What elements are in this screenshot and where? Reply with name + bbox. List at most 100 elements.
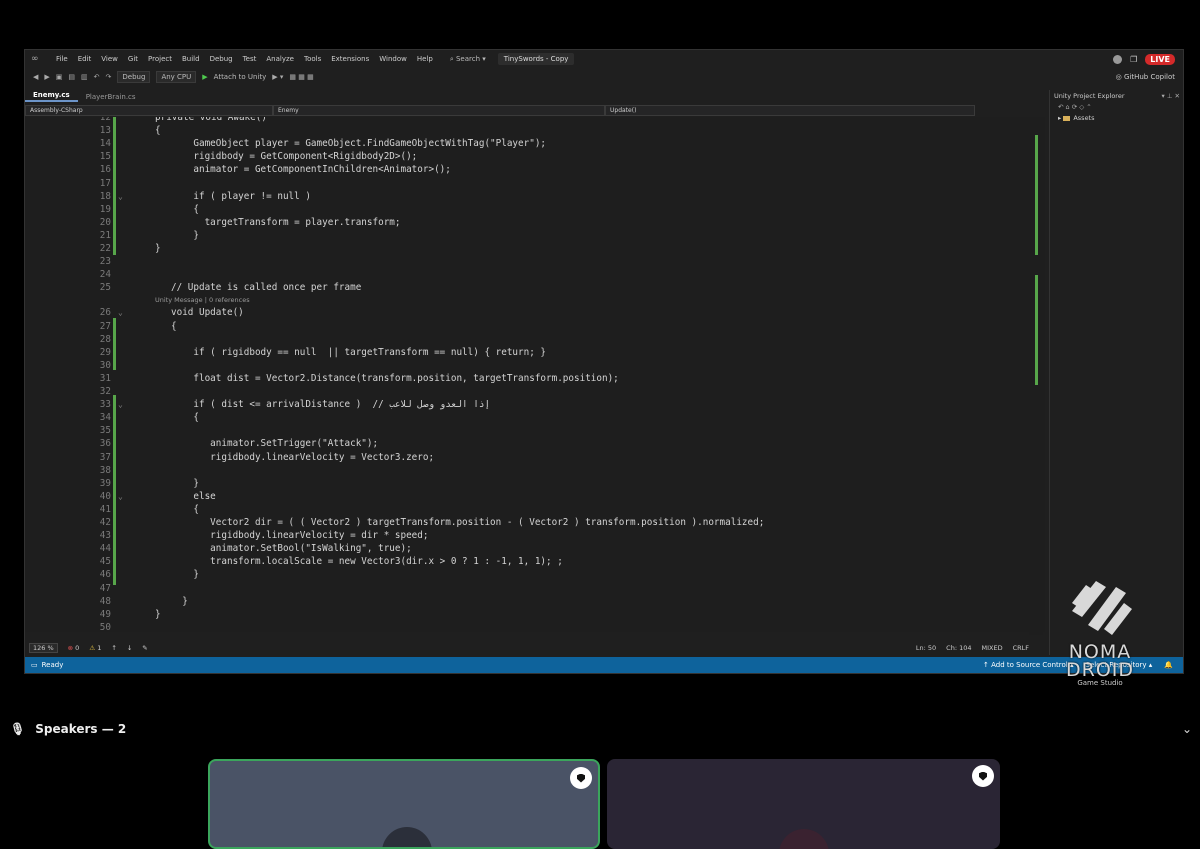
code-line[interactable]: 32 <box>25 385 1045 398</box>
code-line[interactable]: 46 } <box>25 568 1045 581</box>
menu-window[interactable]: Window <box>374 55 412 63</box>
code-line[interactable]: 41 { <box>25 503 1045 516</box>
code-line[interactable]: 48 } <box>25 595 1045 608</box>
code-line[interactable]: 21 } <box>25 229 1045 242</box>
code-line[interactable]: 33 ⌄ if ( dist <= arrivalDistance ) // إذ… <box>25 398 1045 411</box>
code-line[interactable]: 22} <box>25 242 1045 255</box>
menu-build[interactable]: Build <box>177 55 205 63</box>
speakers-header[interactable]: 🎙 Speakers — 2 <box>10 722 126 736</box>
speaker-card[interactable] <box>607 759 1000 849</box>
code-line[interactable]: 44 animator.SetBool("IsWalking", true); <box>25 542 1045 555</box>
code-line[interactable]: 37 rigidbody.linearVelocity = Vector3.ze… <box>25 451 1045 464</box>
menu-help[interactable]: Help <box>412 55 438 63</box>
code-line[interactable]: 18 ⌄ if ( player != null ) <box>25 190 1045 203</box>
fold-toggle-icon[interactable]: ⌄ <box>118 190 123 203</box>
restore-icon[interactable]: ❐ <box>1130 55 1137 64</box>
attach-button[interactable]: Attach to Unity <box>214 73 267 81</box>
menu-test[interactable]: Test <box>238 55 262 63</box>
editor-scrollbar[interactable] <box>1029 125 1043 635</box>
code-line[interactable]: 34 { <box>25 411 1045 424</box>
search-box[interactable]: ⌕ Search ▾ <box>444 54 492 65</box>
code-line[interactable]: 30 <box>25 359 1045 372</box>
whitespace-mode[interactable]: MIXED <box>981 644 1002 652</box>
code-line[interactable]: 23 <box>25 255 1045 268</box>
code-line[interactable]: 20 targetTransform = player.transform; <box>25 216 1045 229</box>
line-ending[interactable]: CRLF <box>1013 644 1029 652</box>
chevron-down-icon[interactable]: ⌄ <box>1182 722 1192 736</box>
code-line[interactable]: 50 <box>25 621 1045 632</box>
editor-status: 126 % ⊗ 0 ⚠ 1 ↑ ↓ ✎ Ln: 50 Ch: 104 MIXED… <box>25 642 1045 653</box>
class-dropdown[interactable]: Enemy <box>273 105 605 116</box>
code-line[interactable]: 43 rigidbody.linearVelocity = dir * spee… <box>25 529 1045 542</box>
platform-dropdown[interactable]: Any CPU <box>156 71 197 83</box>
menu-project[interactable]: Project <box>143 55 177 63</box>
account-avatar[interactable] <box>1113 54 1123 64</box>
code-line[interactable]: 42 Vector2 dir = ( ( Vector2 ) targetTra… <box>25 516 1045 529</box>
redo-icon[interactable]: ↷ <box>106 73 112 81</box>
code-line[interactable]: 27 { <box>25 320 1045 333</box>
add-source-control[interactable]: ↑ Add to Source Control ▴ <box>983 661 1073 669</box>
code-line[interactable]: 38 <box>25 464 1045 477</box>
code-line[interactable]: 45 transform.localScale = new Vector3(di… <box>25 555 1045 568</box>
menu-git[interactable]: Git <box>123 55 143 63</box>
code-line[interactable]: 35 <box>25 424 1045 437</box>
menu-tools[interactable]: Tools <box>299 55 326 63</box>
menu-analyze[interactable]: Analyze <box>261 55 299 63</box>
code-line[interactable]: 26 ⌄ void Update() <box>25 306 1045 319</box>
menu-extensions[interactable]: Extensions <box>326 55 374 63</box>
fold-toggle-icon[interactable]: ⌄ <box>118 490 123 503</box>
tab-playerbrain-cs[interactable]: PlayerBrain.cs <box>78 92 144 102</box>
code-line[interactable]: 14 GameObject player = GameObject.FindGa… <box>25 137 1045 150</box>
menu-file[interactable]: File <box>51 55 73 63</box>
nav-down-icon[interactable]: ↓ <box>127 644 132 652</box>
code-line[interactable]: 28 <box>25 333 1045 346</box>
back-icon[interactable]: ◀ <box>33 73 38 81</box>
code-line[interactable]: 12 private void Awake() <box>25 117 1045 124</box>
code-line[interactable]: 17 <box>25 177 1045 190</box>
code-line[interactable]: 49} <box>25 608 1045 621</box>
save-all-icon[interactable]: ▥ <box>81 73 88 81</box>
menu-debug[interactable]: Debug <box>205 55 238 63</box>
tree-item-assets[interactable]: ▸ Assets <box>1050 112 1183 124</box>
config-dropdown[interactable]: Debug <box>117 71 151 83</box>
code-line[interactable]: 25 // Update is called once per frame <box>25 281 1045 294</box>
code-editor[interactable]: 12 private void Awake() 13 {14 GameObject p… <box>25 117 1045 632</box>
warnings-count[interactable]: ⚠ 1 <box>89 644 101 652</box>
code-line[interactable]: 31 float dist = Vector2.Distance(transfo… <box>25 372 1045 385</box>
member-dropdown[interactable]: Update() <box>605 105 975 116</box>
code-line[interactable]: 39 } <box>25 477 1045 490</box>
nav-up-icon[interactable]: ↑ <box>111 644 116 652</box>
toolbar-tools-icon[interactable]: ▦ ▦ ▦ <box>289 73 313 81</box>
undo-icon[interactable]: ↶ <box>94 73 100 81</box>
zoom-level[interactable]: 126 % <box>29 642 58 653</box>
code-line[interactable]: 19 { <box>25 203 1045 216</box>
fold-toggle-icon[interactable]: ⌄ <box>118 306 123 319</box>
code-line[interactable]: 16 animator = GetComponentInChildren<Ani… <box>25 163 1045 176</box>
menu-view[interactable]: View <box>96 55 123 63</box>
save-icon[interactable]: ▤ <box>68 73 75 81</box>
cleanup-icon[interactable]: ✎ <box>142 644 147 652</box>
codelens-references[interactable]: Unity Message | 0 references <box>155 296 250 304</box>
forward-icon[interactable]: ▶ <box>44 73 49 81</box>
code-line[interactable]: 47 <box>25 582 1045 595</box>
new-item-icon[interactable]: ▣ <box>56 73 63 81</box>
code-line[interactable]: 15 rigidbody = GetComponent<Rigidbody2D>… <box>25 150 1045 163</box>
code-line[interactable]: 29 if ( rigidbody == null || targetTrans… <box>25 346 1045 359</box>
pin-icon[interactable]: ▾ ⊥ ✕ <box>1161 92 1180 100</box>
errors-count[interactable]: ⊗ 0 <box>68 644 80 652</box>
speaker-card[interactable] <box>208 759 600 849</box>
notifications-icon[interactable]: 🔔 <box>1164 661 1173 669</box>
run-options-icon[interactable]: ▶ ▾ <box>272 73 283 81</box>
tab-enemy-cs[interactable]: Enemy.cs <box>25 90 78 102</box>
code-line[interactable]: 36 animator.SetTrigger("Attack"); <box>25 437 1045 450</box>
fold-toggle-icon[interactable]: ⌄ <box>118 398 123 411</box>
start-icon[interactable]: ▶ <box>202 73 207 81</box>
line-number: 27 <box>99 320 111 332</box>
code-line[interactable]: 40 ⌄ else <box>25 490 1045 503</box>
code-line[interactable]: 13 { <box>25 124 1045 137</box>
code-line[interactable]: 24 <box>25 268 1045 281</box>
project-dropdown[interactable]: Assembly-CSharp <box>25 105 273 116</box>
menu-edit[interactable]: Edit <box>73 55 97 63</box>
copilot-button[interactable]: ◎ GitHub Copilot <box>1116 73 1183 81</box>
explorer-toolbar-icon[interactable]: ↶ ⌂ ⟳ ◇ ⌃ <box>1050 102 1183 112</box>
